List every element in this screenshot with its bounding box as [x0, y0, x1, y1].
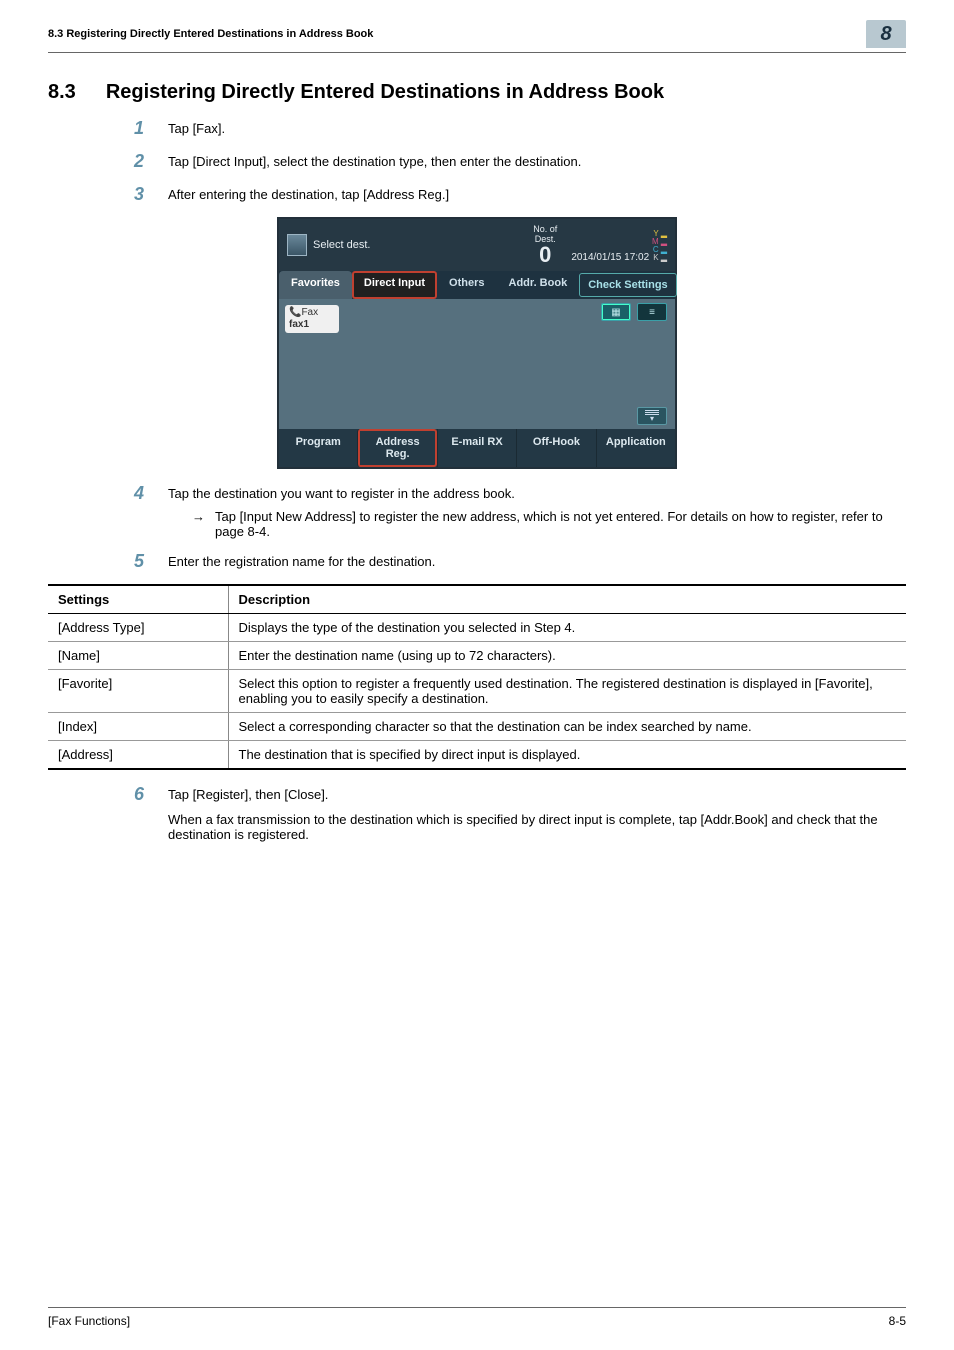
tab-favorites[interactable]: Favorites	[279, 271, 352, 299]
dest-count-value: 0	[533, 244, 557, 266]
fax-icon: 📞	[289, 307, 301, 318]
address-reg-button[interactable]: Address Reg.	[357, 429, 436, 467]
table-row: [Address Type]Displays the type of the d…	[48, 614, 906, 642]
step-text: Tap [Direct Input], select the destinati…	[168, 151, 906, 172]
setting-name: [Name]	[48, 642, 228, 670]
section-number: 8.3	[48, 81, 76, 104]
step-number: 3	[134, 184, 150, 205]
list-view-icon[interactable]: ≡	[637, 303, 667, 321]
step-number: 5	[134, 551, 150, 572]
table-header-settings: Settings	[48, 585, 228, 614]
step-number: 4	[134, 483, 150, 539]
device-screenshot: Select dest. No. of Dest. 0 2014/01/15 1…	[277, 217, 677, 469]
setting-description: Displays the type of the destination you…	[228, 614, 906, 642]
chapter-number-badge: 8	[866, 20, 906, 48]
grid-view-icon[interactable]: ▦	[601, 303, 631, 321]
tab-others[interactable]: Others	[437, 271, 496, 299]
table-row: [Favorite]Select this option to register…	[48, 670, 906, 713]
fax-card-label: fax1	[289, 319, 309, 330]
tab-addr-book[interactable]: Addr. Book	[497, 271, 580, 299]
step-number: 1	[134, 118, 150, 139]
check-settings-button[interactable]: Check Settings	[579, 273, 676, 297]
setting-name: [Address]	[48, 741, 228, 770]
program-button[interactable]: Program	[279, 429, 357, 467]
table-row: [Address]The destination that is specifi…	[48, 741, 906, 770]
step-text: Tap [Fax].	[168, 118, 906, 139]
settings-table: Settings Description [Address Type]Displ…	[48, 584, 906, 770]
step-text: After entering the destination, tap [Add…	[168, 184, 906, 205]
fax-card-type: Fax	[301, 307, 318, 318]
setting-description: Select this option to register a frequen…	[228, 670, 906, 713]
substep-text: Tap [Input New Address] to register the …	[215, 509, 906, 539]
document-icon[interactable]	[287, 234, 307, 256]
setting-description: The destination that is specified by dir…	[228, 741, 906, 770]
step-number: 6	[134, 784, 150, 842]
sort-dropdown-icon[interactable]: ▾	[637, 407, 667, 425]
toner-indicator-icon: Y ▂M ▂C ▂K ▂	[652, 230, 667, 262]
setting-description: Enter the destination name (using up to …	[228, 642, 906, 670]
arrow-icon: →	[192, 509, 205, 539]
destination-card-fax[interactable]: 📞Fax fax1	[285, 305, 339, 333]
footer-left: [Fax Functions]	[48, 1314, 130, 1328]
select-dest-label: Select dest.	[313, 239, 370, 251]
setting-name: [Favorite]	[48, 670, 228, 713]
dest-count-label: No. of Dest.	[533, 224, 557, 244]
section-title: Registering Directly Entered Destination…	[106, 81, 664, 104]
tab-direct-input[interactable]: Direct Input	[352, 271, 437, 299]
step-text: Enter the registration name for the dest…	[168, 551, 906, 572]
application-button[interactable]: Application	[596, 429, 675, 467]
step-text: Tap the destination you want to register…	[168, 486, 906, 501]
table-header-description: Description	[228, 585, 906, 614]
footer-page-number: 8-5	[889, 1314, 906, 1328]
table-row: [Index]Select a corresponding character …	[48, 713, 906, 741]
email-rx-button[interactable]: E-mail RX	[437, 429, 516, 467]
datetime: 2014/01/15 17:02	[571, 252, 649, 263]
step-number: 2	[134, 151, 150, 172]
setting-name: [Index]	[48, 713, 228, 741]
table-row: [Name]Enter the destination name (using …	[48, 642, 906, 670]
setting-name: [Address Type]	[48, 614, 228, 642]
running-header: 8.3 Registering Directly Entered Destina…	[48, 28, 373, 40]
step-extra-text: When a fax transmission to the destinati…	[168, 812, 906, 842]
off-hook-button[interactable]: Off-Hook	[516, 429, 595, 467]
step-text: Tap [Register], then [Close].	[168, 787, 906, 802]
setting-description: Select a corresponding character so that…	[228, 713, 906, 741]
